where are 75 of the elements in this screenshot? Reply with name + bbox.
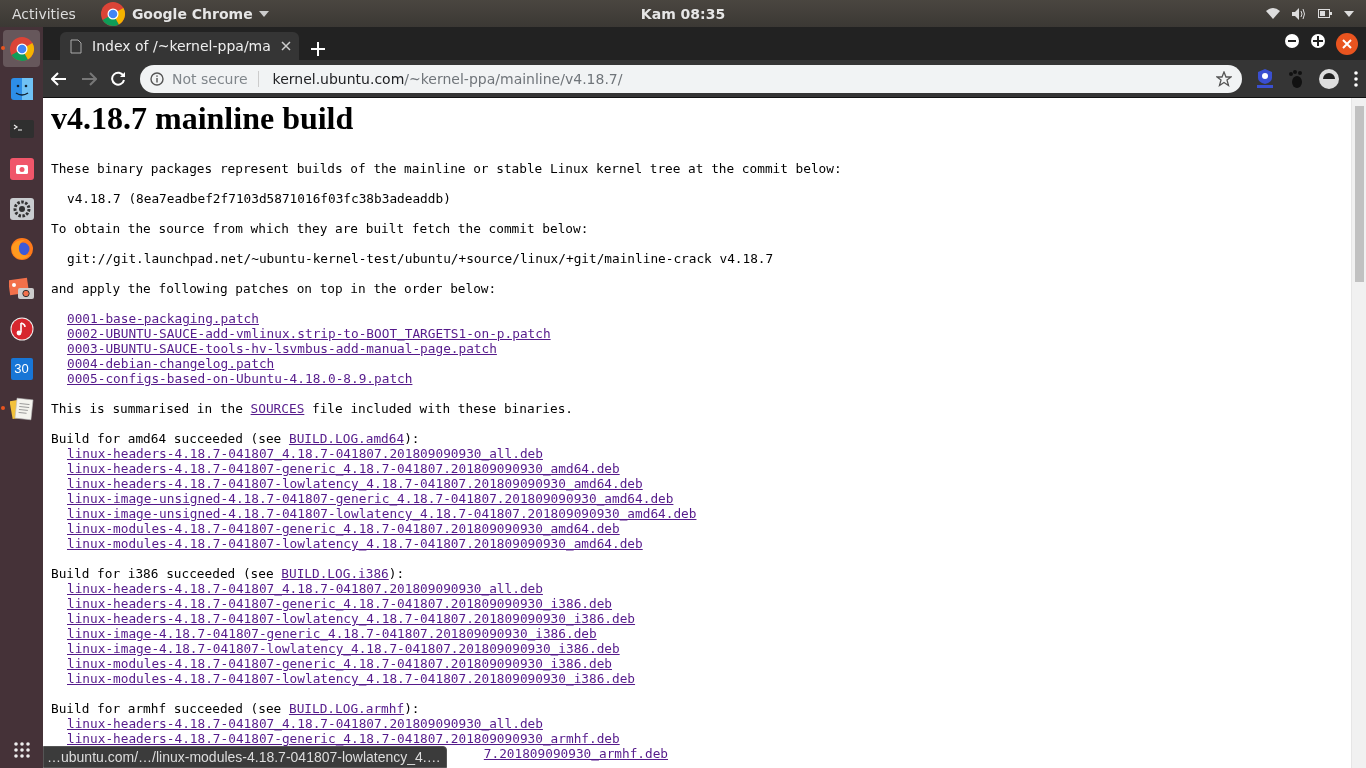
package-link[interactable]: linux-image-unsigned-4.18.7-041807-generic_4.18.7-041807.201809090930_amd64.deb xyxy=(67,491,674,506)
package-link[interactable]: linux-headers-4.18.7-041807-generic_4.18.7-041807.201809090930_armhf.deb xyxy=(67,731,620,746)
package-link[interactable]: linux-modules-4.18.7-041807-generic_4.18.7-041807.201809090930_i386.deb xyxy=(67,656,612,671)
face-icon xyxy=(9,76,34,101)
back-icon[interactable] xyxy=(51,71,67,86)
battery-icon[interactable] xyxy=(1318,9,1332,18)
build-log-link[interactable]: BUILD.LOG.amd64 xyxy=(288,431,405,446)
page-icon xyxy=(70,38,82,54)
package-link[interactable]: linux-headers-4.18.7-041807_4.18.7-041807.201809090930_all.deb xyxy=(67,581,543,596)
forward-icon[interactable] xyxy=(81,71,97,86)
avatar-icon[interactable] xyxy=(1318,67,1340,90)
sources-link[interactable]: SOURCES xyxy=(250,401,305,416)
package-link[interactable]: linux-image-unsigned-4.18.7-041807-lowlatency_4.18.7-041807.201809090930_amd64.deb xyxy=(67,506,697,521)
maximize-icon[interactable] xyxy=(1310,33,1326,49)
caret-icon[interactable] xyxy=(258,10,269,17)
new-tab-icon[interactable] xyxy=(310,42,325,56)
patch-link[interactable]: 0001-base-packaging.patch xyxy=(67,311,259,326)
info-icon[interactable] xyxy=(150,71,164,86)
package-link[interactable]: linux-modules-4.18.7-041807-lowlatency_4.18.7-041807.201809090930_i386.deb xyxy=(67,671,636,686)
extension-icon[interactable] xyxy=(1256,68,1274,89)
close-icon[interactable] xyxy=(280,41,291,51)
package-link[interactable]: linux-modules-4.18.7-041807-lowlatency_4.18.7-041807.201809090930_amd64.deb xyxy=(67,536,643,551)
build-status-text: Build for armhf succeeded (see BUILD.LOG.armhf): xyxy=(51,701,420,716)
address-bar[interactable]: Not secure kernel.ubuntu.com/~kernel-ppa/mainline/v4.18.7/ xyxy=(140,64,1242,93)
calendar-icon: 30 xyxy=(10,357,33,380)
source-intro-text: To obtain the source from which they are built fetch the commit below: xyxy=(51,221,589,236)
build-log-link[interactable]: BUILD.LOG.i386 xyxy=(281,566,389,581)
caret-icon[interactable] xyxy=(1344,10,1354,17)
package-link[interactable]: linux-image-4.18.7-041807-lowlatency_4.18.7-041807.201809090930_i386.deb xyxy=(67,641,620,656)
patch-link[interactable]: 0002-UBUNTU-SAUCE-add-vmlinux.strip-to-BOOT_TARGETS1-on-p.patch xyxy=(67,326,551,341)
minimize-icon[interactable] xyxy=(1284,33,1300,49)
package-link[interactable]: linux-headers-4.18.7-041807_4.18.7-041807.201809090930_all.deb xyxy=(67,446,543,461)
wifi-icon[interactable] xyxy=(1266,8,1280,19)
menu-icon[interactable] xyxy=(1354,70,1358,87)
package-link[interactable]: linux-image-4.18.7-041807-generic_4.18.7-041807.201809090930_i386.deb xyxy=(67,626,597,641)
package-link[interactable]: linux-headers-4.18.7-041807-lowlatency_4.18.7-041807.201809090930_amd64.deb xyxy=(67,476,643,491)
reload-icon[interactable] xyxy=(111,71,126,86)
package-link[interactable]: linux-modules-4.18.7-041807-generic_4.18.7-041807.201809090930_amd64.deb xyxy=(67,521,620,536)
bookmark-star-icon[interactable] xyxy=(1216,70,1232,87)
patch-link[interactable]: 0005-configs-based-on-Ubuntu-4.18.0-8.9.patch xyxy=(67,371,413,386)
clock[interactable]: Kam 08:35 xyxy=(640,5,726,22)
photo-camera-icon xyxy=(8,276,35,301)
music-note-icon xyxy=(9,316,34,341)
package-link[interactable]: linux-headers-4.18.7-041807-lowlatency_4.18.7-041807.201809090930_i386.deb xyxy=(67,611,636,626)
notes-icon xyxy=(9,396,34,421)
build-status-text: Build for i386 succeeded (see BUILD.LOG.i386): xyxy=(51,566,405,581)
camera-icon xyxy=(9,157,34,180)
browser-icon xyxy=(8,35,35,62)
package-link[interactable]: linux-headers-4.18.7-041807_4.18.7-041807.201809090930_all.deb xyxy=(67,716,543,731)
build-status-text: Build for amd64 succeeded (see BUILD.LOG.amd64): xyxy=(51,431,420,446)
patch-link[interactable]: 0004-debian-changelog.patch xyxy=(67,356,275,371)
dock-item[interactable] xyxy=(3,30,40,67)
app-menu[interactable]: Google Chrome xyxy=(99,0,269,27)
patches-intro-text: and apply the following patches on top in the order below: xyxy=(51,281,497,296)
browser-tab[interactable]: Index of /~kernel-ppa/ma xyxy=(60,32,299,60)
page-heading: v4.18.7 mainline build xyxy=(51,99,355,137)
status-bubble: …ubuntu.com/…/linux-modules-4.18.7-041807-lowlatency_4.… xyxy=(43,746,447,768)
intro-text: These binary packages represent builds of the mainline or stable Linux kernel tree at the commit below: xyxy=(51,161,842,176)
browser-icon xyxy=(99,0,126,27)
package-link[interactable]: 7.201809090930_armhf.deb xyxy=(483,746,669,761)
source-url-text: git://git.launchpad.net/~ubuntu-kernel-test/ubuntu/+source/linux/+git/mainline-crack v4.18.7 xyxy=(67,251,774,266)
gear-icon xyxy=(9,197,34,220)
close-icon[interactable] xyxy=(1336,33,1358,55)
patch-link[interactable]: 0003-UBUNTU-SAUCE-tools-hv-lsvmbus-add-manual-page.patch xyxy=(67,341,497,356)
volume-icon[interactable] xyxy=(1292,7,1306,20)
package-link[interactable]: linux-headers-4.18.7-041807-generic_4.18.7-041807.201809090930_amd64.deb xyxy=(67,461,620,476)
dock-item[interactable]: 30 xyxy=(3,350,40,387)
scrollbar[interactable] xyxy=(1351,98,1366,768)
build-log-link[interactable]: BUILD.LOG.armhf xyxy=(288,701,405,716)
fox-globe-icon xyxy=(9,236,34,261)
terminal-icon xyxy=(9,118,34,139)
package-link[interactable]: linux-headers-4.18.7-041807-generic_4.18.7-041807.201809090930_i386.deb xyxy=(67,596,612,611)
activities-button[interactable]: Activities xyxy=(0,5,88,22)
commit-text: v4.18.7 (8ea7eadbef2f7103d5871016f03fc38b3adeaddb) xyxy=(67,191,451,206)
summary-text: This is summarised in the SOURCES file included with these binaries. xyxy=(51,401,573,416)
